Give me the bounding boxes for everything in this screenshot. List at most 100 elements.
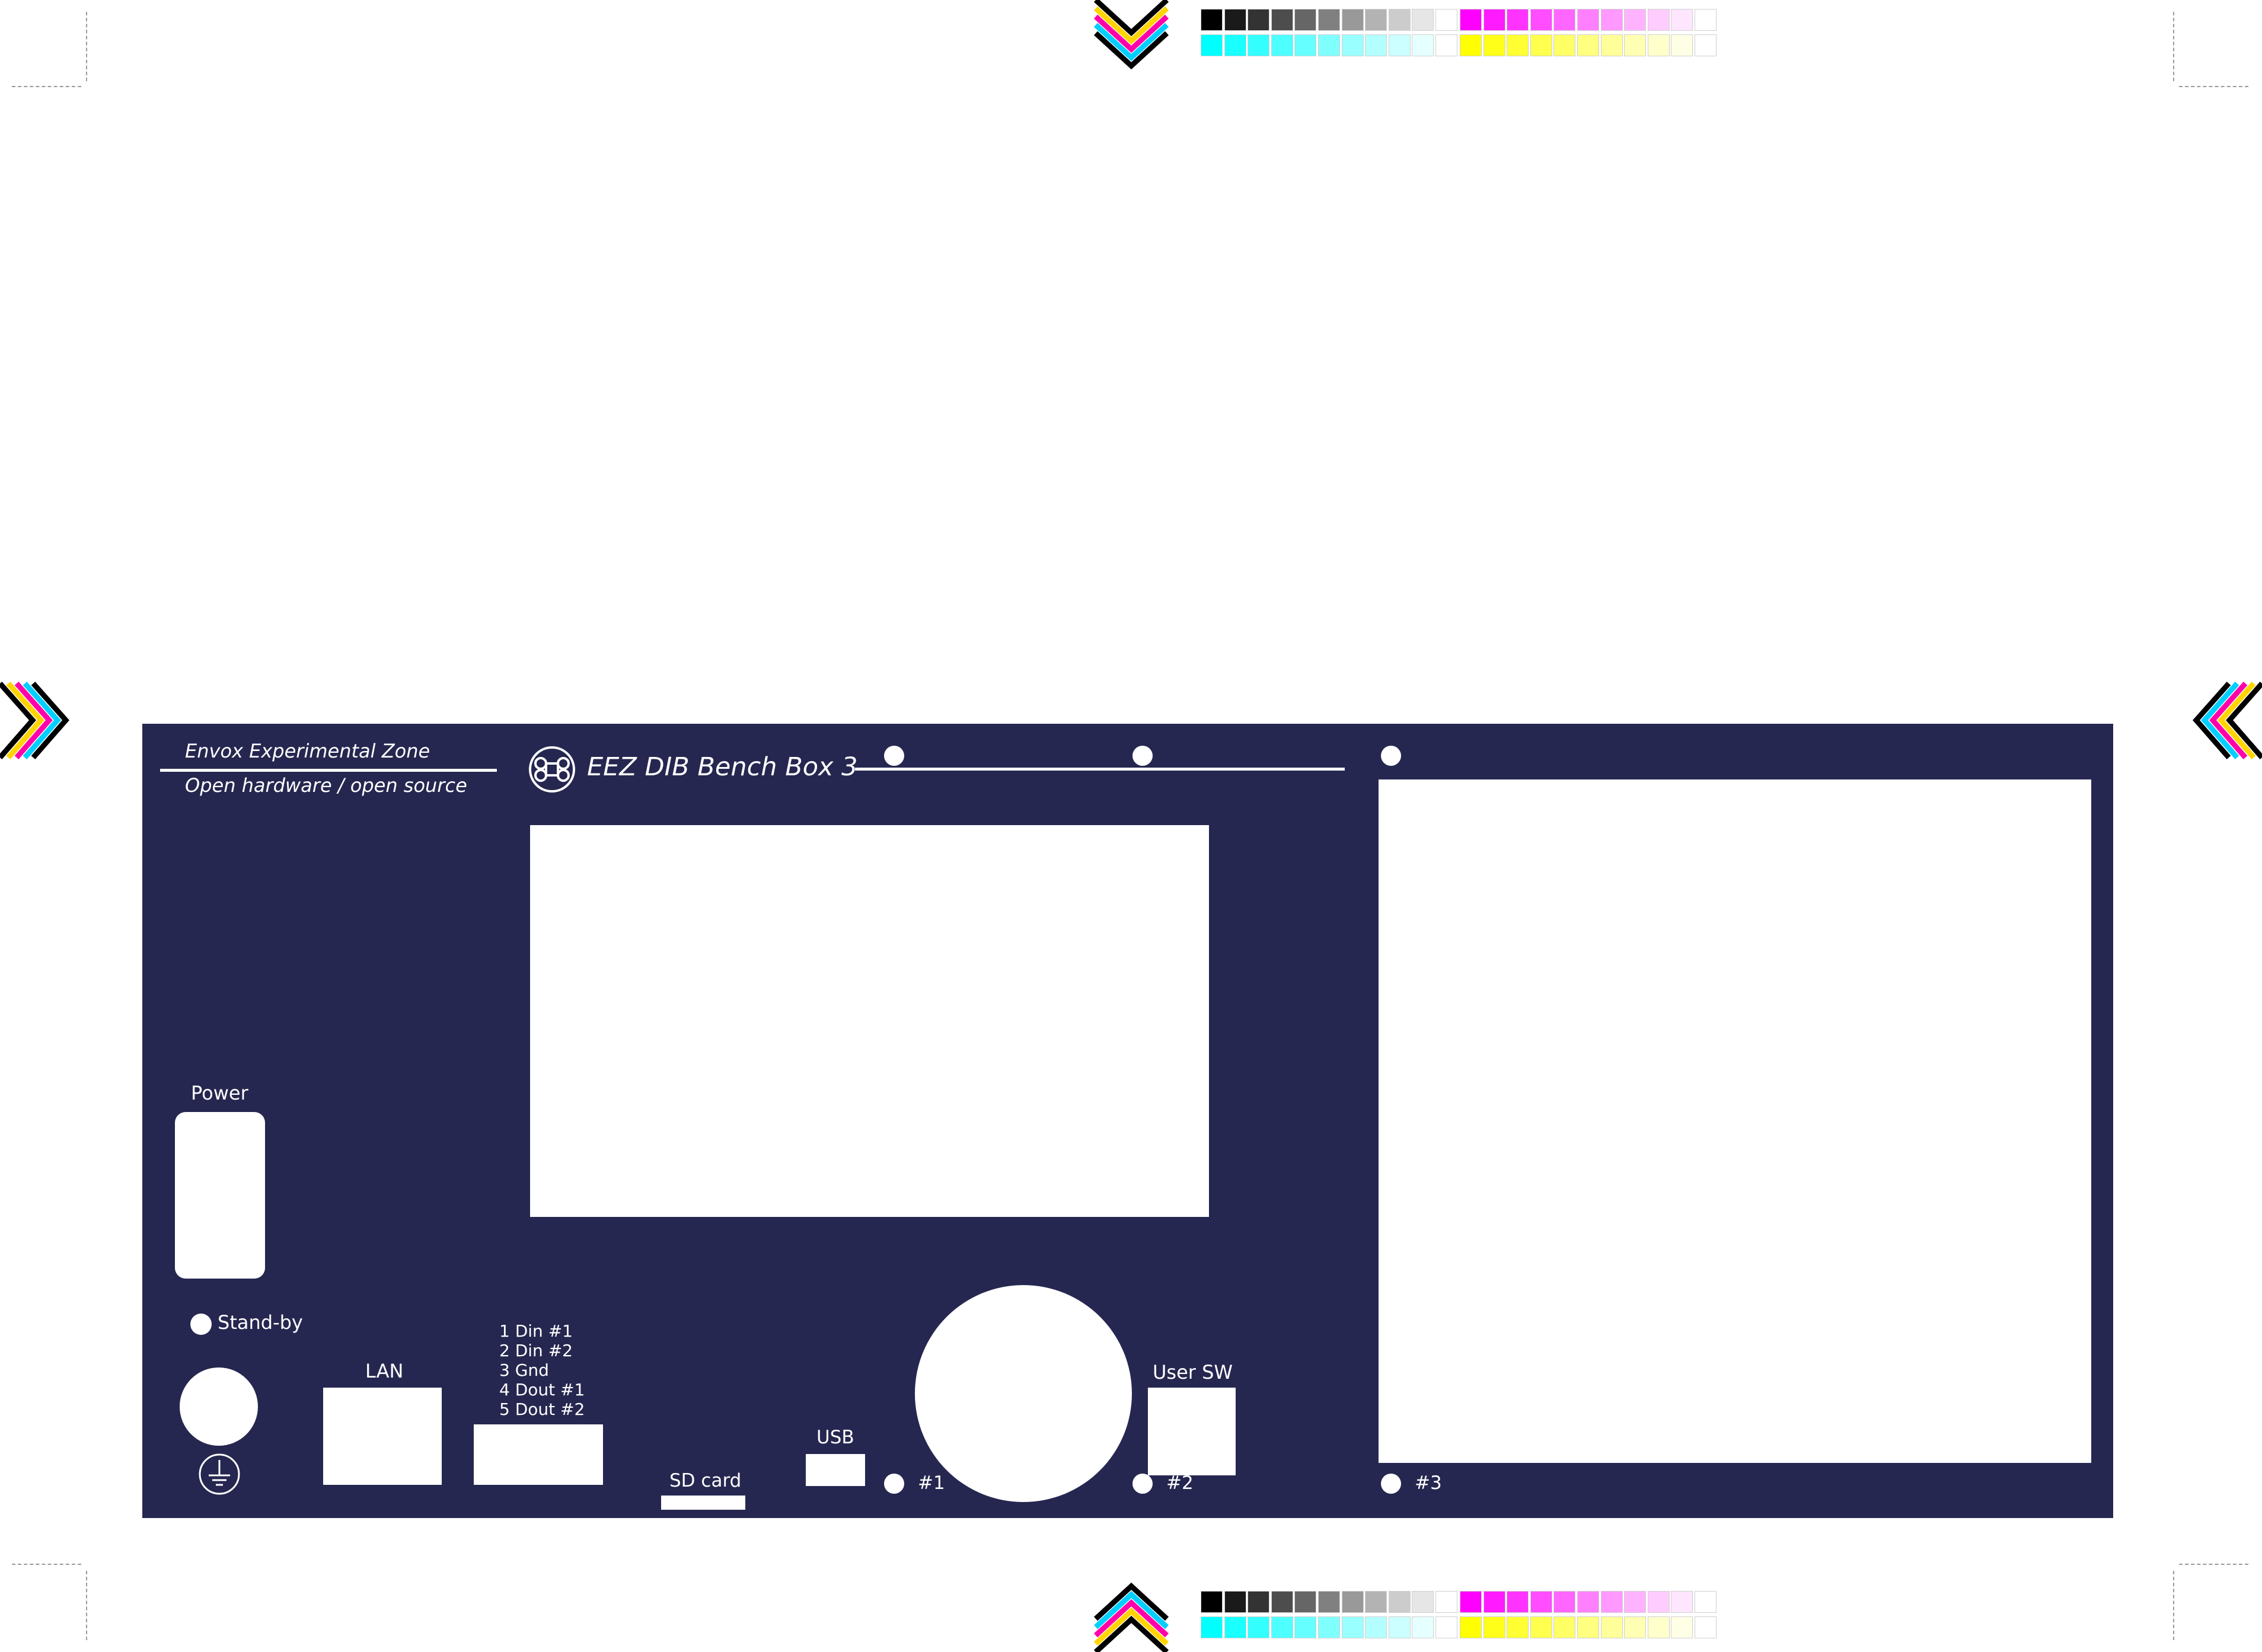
color-swatch — [1694, 34, 1717, 56]
slot-indicator-3 — [1381, 1474, 1401, 1494]
color-swatch — [1600, 34, 1623, 56]
color-swatch — [1647, 1616, 1670, 1638]
color-swatch — [1224, 1616, 1246, 1638]
ground-terminal[interactable] — [180, 1367, 258, 1446]
color-swatch — [1412, 1591, 1434, 1613]
color-swatch — [1388, 1616, 1411, 1638]
color-swatch — [1341, 34, 1364, 56]
color-swatch — [1483, 9, 1505, 31]
color-swatch — [1201, 34, 1223, 56]
color-swatch — [1248, 1616, 1270, 1638]
din-connector[interactable] — [474, 1424, 603, 1485]
screw-hole-top-2 — [1132, 746, 1153, 766]
slot-label-1: #1 — [918, 1472, 945, 1494]
color-swatch — [1341, 1591, 1364, 1613]
lan-port[interactable] — [323, 1388, 442, 1485]
color-swatch — [1460, 9, 1482, 31]
usb-label: USB — [816, 1427, 854, 1448]
color-swatch — [1317, 1616, 1340, 1638]
color-swatch — [1647, 9, 1670, 31]
title-rule — [855, 768, 1345, 771]
color-swatch — [1530, 1616, 1552, 1638]
color-swatch — [1483, 1591, 1505, 1613]
yellow-ramp-bottom — [1460, 1616, 1718, 1638]
gray-ramp-top — [1201, 9, 1459, 31]
color-swatch — [1341, 9, 1364, 31]
color-swatch — [1460, 34, 1482, 56]
color-swatch — [1507, 34, 1529, 56]
color-swatch — [1647, 34, 1670, 56]
color-swatch — [1577, 1616, 1599, 1638]
color-swatch — [1671, 1616, 1693, 1638]
color-swatch — [1577, 34, 1599, 56]
registration-chevron-icon — [1093, 1582, 1169, 1652]
color-swatch — [1530, 34, 1552, 56]
color-swatch — [1365, 1616, 1387, 1638]
magenta-ramp-top — [1460, 9, 1718, 31]
color-swatch — [1317, 9, 1340, 31]
color-swatch — [1624, 1591, 1647, 1613]
color-swatch — [1388, 9, 1411, 31]
power-switch[interactable] — [175, 1112, 265, 1279]
color-swatch — [1530, 1591, 1552, 1613]
color-swatch — [1365, 1591, 1387, 1613]
color-swatch — [1507, 1591, 1529, 1613]
color-swatch — [1671, 34, 1693, 56]
display-window — [530, 825, 1209, 1217]
color-swatch — [1317, 1591, 1340, 1613]
color-swatch — [1577, 9, 1599, 31]
din-pin-1: 1 Din #1 — [499, 1321, 573, 1341]
color-swatch — [1435, 34, 1457, 56]
yellow-ramp-top — [1460, 34, 1718, 56]
color-swatch — [1553, 34, 1576, 56]
color-swatch — [1600, 1591, 1623, 1613]
color-swatch — [1294, 1616, 1317, 1638]
usb-port[interactable] — [806, 1454, 865, 1486]
color-swatch — [1388, 34, 1411, 56]
cyan-ramp-top — [1201, 34, 1459, 56]
color-swatch — [1412, 9, 1434, 31]
color-swatch — [1294, 34, 1317, 56]
color-swatch — [1201, 9, 1223, 31]
color-swatch — [1435, 9, 1457, 31]
color-swatch — [1483, 1616, 1505, 1638]
brand-line-1: Envox Experimental Zone — [185, 740, 430, 762]
color-swatch — [1460, 1591, 1482, 1613]
rotary-encoder-knob[interactable] — [915, 1285, 1132, 1502]
registration-chevron-icon — [0, 682, 69, 759]
color-swatch — [1248, 9, 1270, 31]
color-swatch — [1271, 1616, 1293, 1638]
sd-card-slot[interactable] — [661, 1496, 745, 1510]
color-swatch — [1224, 1591, 1246, 1613]
color-swatch — [1694, 9, 1717, 31]
lan-label: LAN — [365, 1360, 404, 1382]
page: { "panel": { "title": "EEZ DIB Bench Box… — [0, 0, 2262, 1652]
color-swatch — [1671, 1591, 1693, 1613]
color-swatch — [1248, 1591, 1270, 1613]
color-swatch — [1600, 1616, 1623, 1638]
panel-title: EEZ DIB Bench Box 3 — [587, 752, 858, 782]
din-pin-3: 3 Gnd — [499, 1360, 549, 1380]
registration-chevron-icon — [1093, 0, 1169, 70]
color-swatch — [1624, 1616, 1647, 1638]
color-swatch — [1201, 1591, 1223, 1613]
registration-chevron-icon — [2193, 682, 2262, 759]
sd-card-label: SD card — [669, 1470, 742, 1491]
color-swatch — [1530, 9, 1552, 31]
user-switch[interactable] — [1148, 1388, 1236, 1475]
color-swatch — [1624, 34, 1647, 56]
color-swatch — [1388, 1591, 1411, 1613]
front-panel: Envox Experimental Zone Open hardware / … — [142, 724, 2113, 1518]
cmd-key-logo-icon — [529, 746, 575, 793]
color-swatch — [1483, 34, 1505, 56]
color-swatch — [1248, 34, 1270, 56]
color-swatch — [1647, 1591, 1670, 1613]
ground-symbol-icon — [199, 1453, 240, 1495]
din-pin-5: 5 Dout #2 — [499, 1399, 585, 1419]
screw-hole-top-3 — [1381, 746, 1401, 766]
color-swatch — [1435, 1616, 1457, 1638]
standby-led — [190, 1314, 212, 1335]
din-pin-2: 2 Din #2 — [499, 1341, 573, 1360]
color-swatch — [1271, 1591, 1293, 1613]
standby-label: Stand-by — [218, 1311, 303, 1334]
